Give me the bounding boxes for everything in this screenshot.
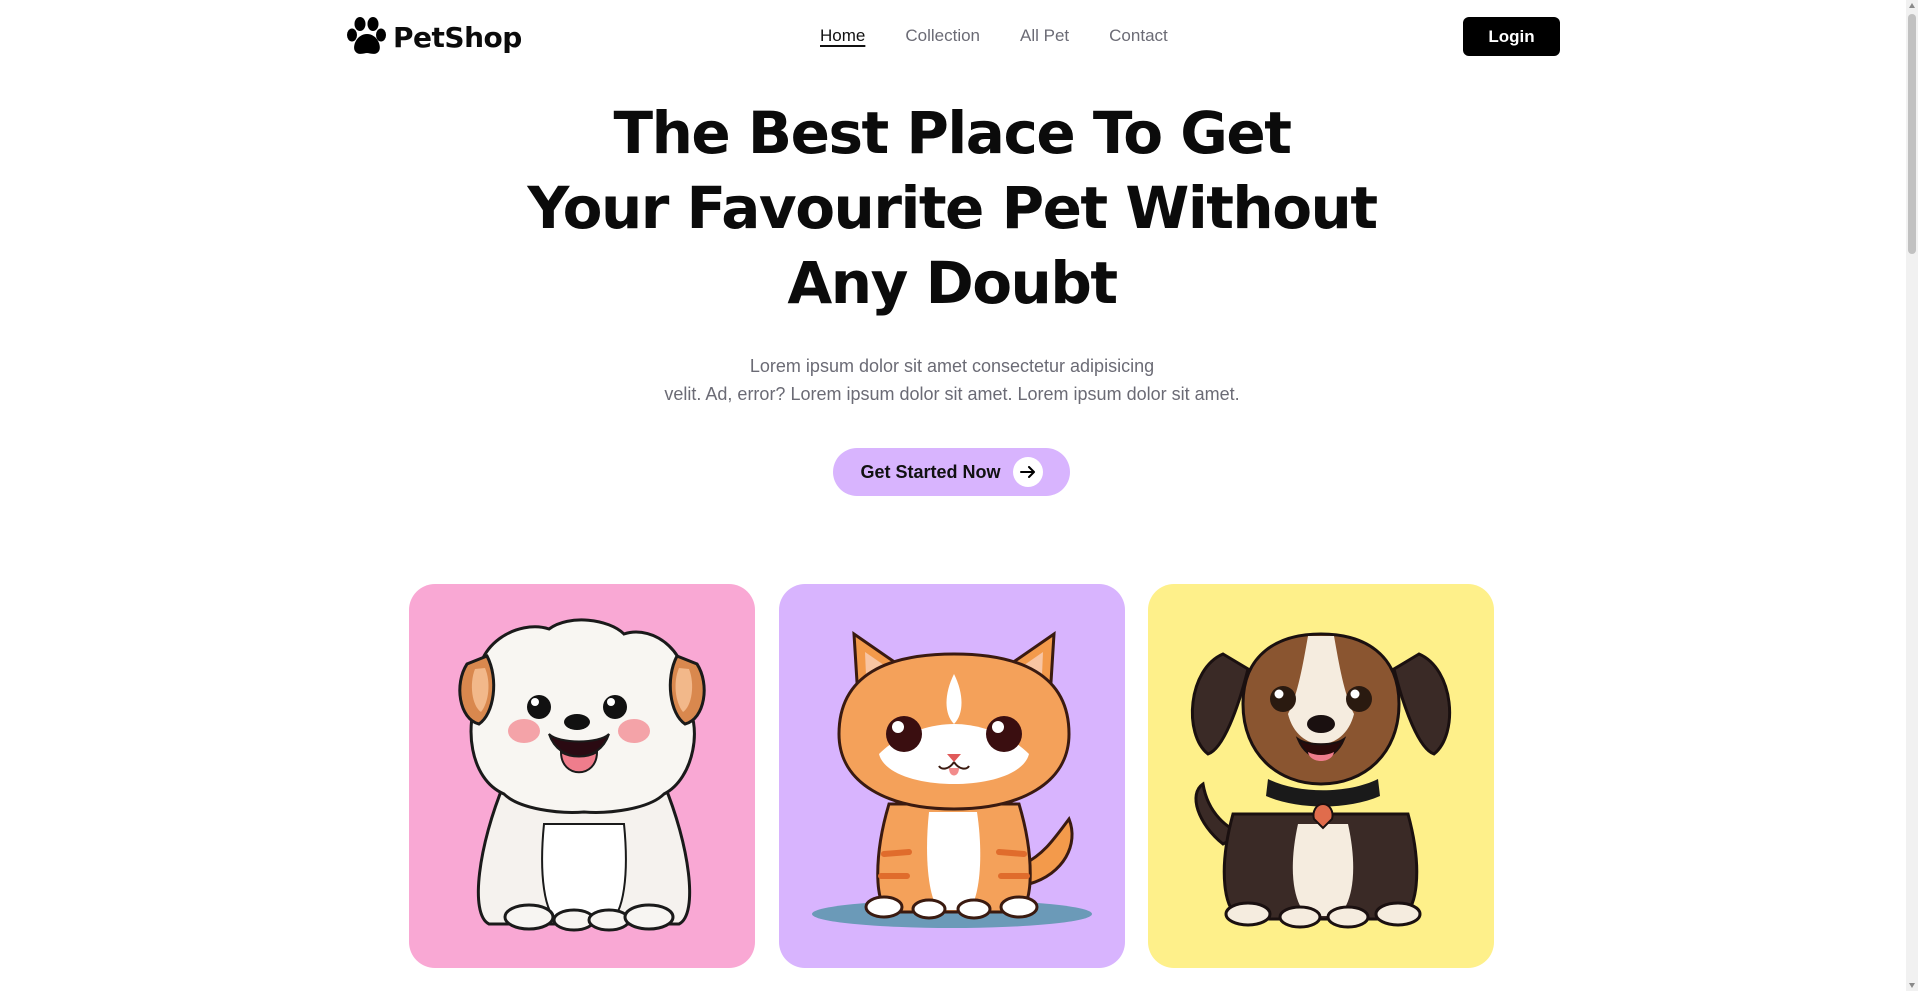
pet-card-white-puppy[interactable]	[409, 584, 755, 968]
get-started-label: Get Started Now	[860, 461, 1001, 482]
hero-title-line: Your Favourite Pet Without	[527, 174, 1378, 242]
brand-logo[interactable]: PetShop	[343, 14, 522, 60]
get-started-button[interactable]: Get Started Now	[833, 448, 1070, 496]
nav-item-collection[interactable]: Collection	[905, 26, 980, 46]
main-nav: Home Collection All Pet Contact	[820, 26, 1168, 46]
scroll-thumb[interactable]	[1908, 14, 1916, 254]
orange-kitten-illustration	[812, 631, 1092, 928]
nav-item-home[interactable]: Home	[820, 26, 865, 46]
hero-title: The Best Place To Get Your Favourite Pet…	[480, 96, 1424, 321]
top-navbar: PetShop Home Collection All Pet Contact …	[0, 0, 1906, 74]
white-puppy-illustration	[458, 618, 706, 932]
hero-description-line: velit. Ad, error? Lorem ipsum dolor sit …	[664, 384, 1240, 404]
page-scrollbar[interactable]	[1906, 0, 1918, 991]
hero-title-line: Any Doubt	[787, 249, 1118, 317]
pet-card-brown-dog[interactable]	[1148, 584, 1494, 968]
brand-name: PetShop	[393, 20, 522, 54]
pet-card-orange-kitten[interactable]	[779, 584, 1125, 968]
scroll-up-arrow-icon[interactable]	[1909, 3, 1915, 8]
login-button[interactable]: Login	[1463, 17, 1560, 56]
brown-dog-illustration	[1190, 632, 1452, 929]
scroll-down-arrow-icon[interactable]	[1909, 983, 1915, 988]
hero-title-line: The Best Place To Get	[613, 99, 1292, 167]
arrow-right-icon	[1012, 457, 1043, 487]
hero-description: Lorem ipsum dolor sit amet consectetur a…	[600, 352, 1304, 408]
hero-description-line: Lorem ipsum dolor sit amet consectetur a…	[749, 356, 1155, 376]
paw-icon	[347, 17, 386, 54]
nav-item-all-pet[interactable]: All Pet	[1020, 26, 1069, 46]
nav-item-contact[interactable]: Contact	[1109, 26, 1168, 46]
